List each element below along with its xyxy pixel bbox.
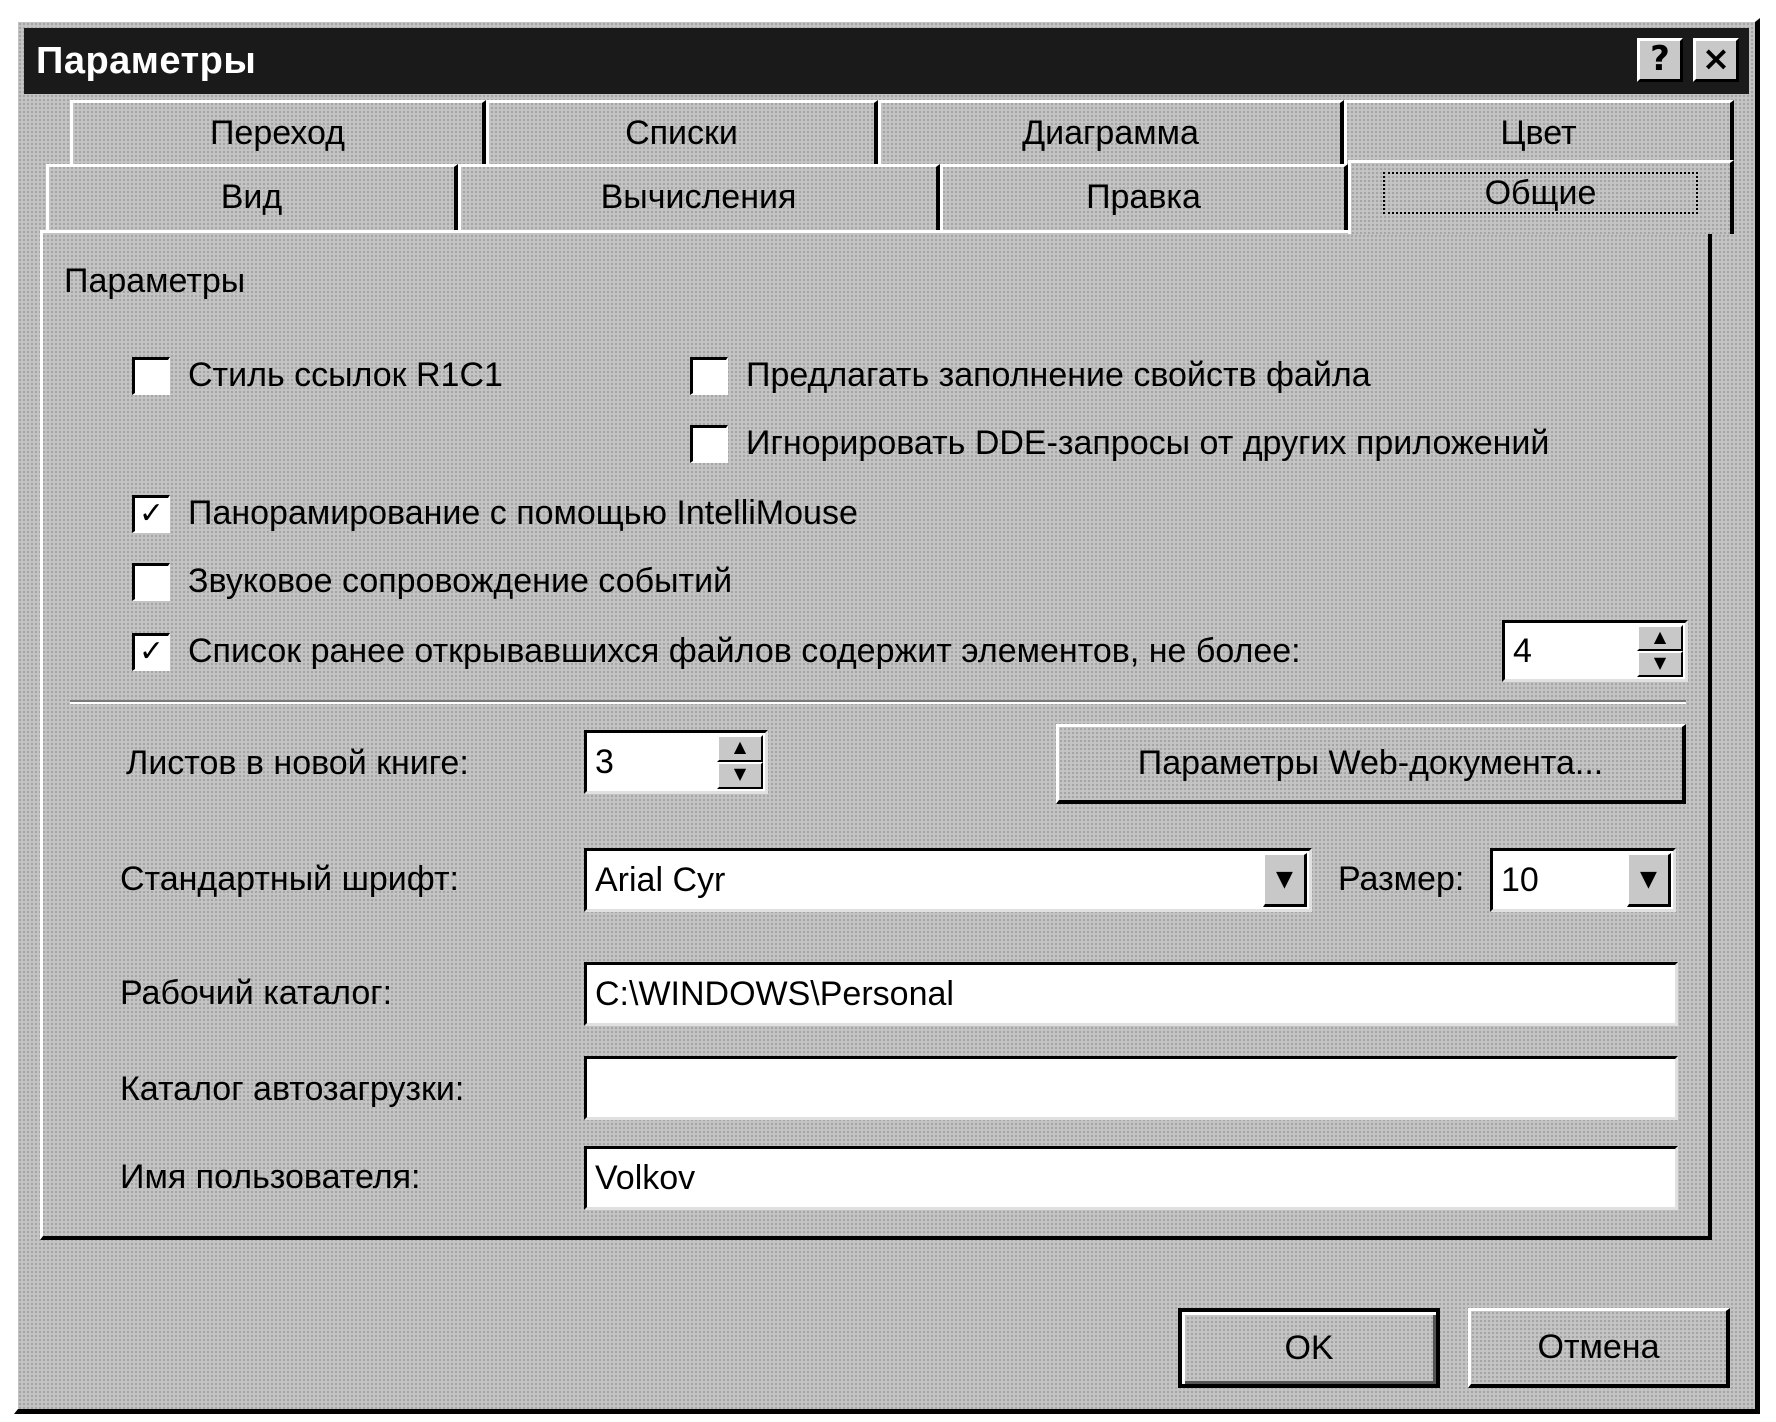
tab-spiski[interactable]: Списки xyxy=(486,100,878,166)
workdir-label: Рабочий каталог: xyxy=(120,974,393,1012)
web-options-button[interactable]: Параметры Web-документа... xyxy=(1056,724,1686,804)
ok-button[interactable]: OK xyxy=(1178,1308,1440,1388)
size-select[interactable]: 10 ▼ xyxy=(1490,848,1676,912)
label-sound: Звуковое сопровождение событий xyxy=(188,562,733,600)
close-button[interactable]: × xyxy=(1693,38,1739,82)
cancel-button[interactable]: Отмена xyxy=(1468,1308,1730,1388)
size-label: Размер: xyxy=(1338,860,1465,898)
autoload-input[interactable] xyxy=(584,1056,1678,1120)
chevron-down-icon[interactable]: ▼ xyxy=(1263,853,1307,907)
title-bar[interactable]: Параметры ? × xyxy=(24,28,1749,94)
tab-pravka[interactable]: Правка xyxy=(940,164,1348,230)
username-input[interactable]: Volkov xyxy=(584,1146,1678,1210)
username-value: Volkov xyxy=(595,1158,696,1197)
recent-files-count-stepper[interactable]: 4 ▲ ▼ xyxy=(1502,620,1688,682)
checkbox-ignore-dde[interactable] xyxy=(690,424,728,463)
chevron-down-icon[interactable]: ▼ xyxy=(1627,853,1671,907)
checkbox-intellimouse[interactable]: ✓ xyxy=(132,494,170,533)
tab-obshie[interactable]: Общие xyxy=(1348,160,1734,234)
tab-tsvet[interactable]: Цвет xyxy=(1344,100,1734,166)
tab-label: Общие xyxy=(1382,172,1699,214)
font-value: Arial Cyr xyxy=(595,860,726,899)
tab-vychisleniya[interactable]: Вычисления xyxy=(458,164,940,230)
option-file-props[interactable]: Предлагать заполнение свойств файла xyxy=(690,356,1371,395)
sheets-stepper[interactable]: 3 ▲ ▼ xyxy=(584,730,768,794)
label-ignore-dde: Игнорировать DDE-запросы от других прило… xyxy=(746,424,1550,462)
option-intellimouse[interactable]: ✓ Панорамирование с помощью IntelliMouse xyxy=(132,494,858,533)
option-r1c1[interactable]: Стиль ссылок R1C1 xyxy=(132,356,503,395)
option-recent-files[interactable]: ✓ Список ранее открывавшихся файлов соде… xyxy=(132,632,1301,671)
workdir-value: C:\WINDOWS\Personal xyxy=(595,974,954,1013)
option-ignore-dde[interactable]: Игнорировать DDE-запросы от других прило… xyxy=(690,424,1549,463)
tab-label: Диаграмма xyxy=(1022,114,1199,152)
tab-label: Вид xyxy=(220,178,283,216)
checkbox-r1c1[interactable] xyxy=(132,356,170,395)
username-label: Имя пользователя: xyxy=(120,1158,421,1196)
label-intellimouse: Панорамирование с помощью IntelliMouse xyxy=(188,494,858,532)
sheets-spin: ▲ ▼ xyxy=(717,735,763,789)
autoload-label: Каталог автозагрузки: xyxy=(120,1070,465,1108)
spin-up-icon[interactable]: ▲ xyxy=(717,735,763,762)
font-select[interactable]: Arial Cyr ▼ xyxy=(584,848,1312,912)
checkbox-file-props[interactable] xyxy=(690,356,728,395)
spin-down-icon[interactable]: ▼ xyxy=(1637,651,1683,677)
spin-up-icon[interactable]: ▲ xyxy=(1637,625,1683,651)
help-button[interactable]: ? xyxy=(1637,38,1683,82)
group-separator xyxy=(70,700,1686,704)
font-label: Стандартный шрифт: xyxy=(120,860,459,898)
checkbox-sound[interactable] xyxy=(132,562,170,601)
recent-files-spin: ▲ ▼ xyxy=(1637,625,1683,677)
spin-down-icon[interactable]: ▼ xyxy=(717,762,763,789)
tab-label: Вычисления xyxy=(600,178,797,216)
tab-label: Правка xyxy=(1086,178,1201,216)
sheets-value: 3 xyxy=(595,742,614,781)
tab-perehod[interactable]: Переход xyxy=(70,100,486,166)
sheets-label: Листов в новой книге: xyxy=(126,744,469,782)
label-recent-files: Список ранее открывавшихся файлов содерж… xyxy=(188,632,1301,670)
tab-label: Цвет xyxy=(1500,114,1577,152)
label-file-props: Предлагать заполнение свойств файла xyxy=(746,356,1371,394)
recent-files-count-value: 4 xyxy=(1513,631,1532,670)
tab-label: Списки xyxy=(625,114,738,152)
group-label-options: Параметры xyxy=(64,262,246,300)
option-sound[interactable]: Звуковое сопровождение событий xyxy=(132,562,732,601)
checkbox-recent-files[interactable]: ✓ xyxy=(132,632,170,671)
tab-diagramma[interactable]: Диаграмма xyxy=(878,100,1344,166)
window-title: Параметры xyxy=(36,39,257,82)
tab-vid[interactable]: Вид xyxy=(46,164,458,230)
size-value: 10 xyxy=(1501,860,1539,899)
workdir-input[interactable]: C:\WINDOWS\Personal xyxy=(584,962,1678,1026)
tab-label: Переход xyxy=(209,114,346,152)
label-r1c1: Стиль ссылок R1C1 xyxy=(188,356,503,394)
